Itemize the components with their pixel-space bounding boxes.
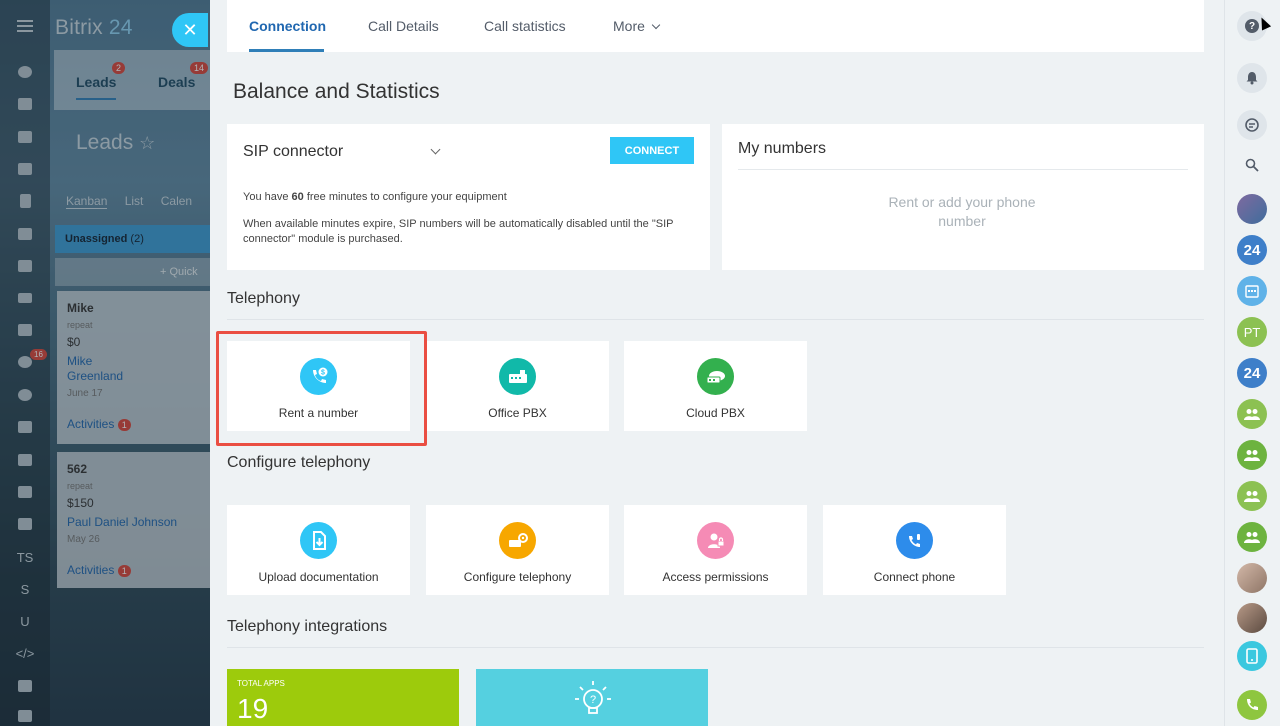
call-phone-icon[interactable] — [1237, 690, 1267, 720]
tile-label: Office PBX — [488, 406, 547, 420]
highlight-box — [216, 331, 427, 446]
sip-free-minutes-text: You have 60 free minutes to configure yo… — [243, 191, 507, 203]
bitrix24-chat-icon[interactable]: 24 — [1237, 358, 1267, 388]
tile-label: Cloud PBX — [686, 406, 745, 420]
tile-label: Upload documentation — [258, 570, 379, 584]
tile-cloud-pbx[interactable]: Cloud PBX — [624, 341, 807, 431]
close-slider-button[interactable]: ✕ — [172, 13, 208, 47]
section-title-telephony: Telephony — [227, 290, 300, 307]
sip-connector-box: SIP connector CONNECT You have 60 free m… — [227, 124, 710, 270]
avatar[interactable] — [1237, 194, 1267, 224]
my-numbers-title: My numbers — [738, 140, 827, 157]
tile-connect-phone[interactable]: Connect phone — [823, 505, 1006, 595]
tile-label: Connect phone — [873, 570, 956, 584]
section-title-configure: Configure telephony — [227, 454, 371, 471]
right-rail: ? 24 PT 24 — [1224, 0, 1280, 726]
chevron-down-icon[interactable] — [430, 144, 441, 155]
device-icon[interactable] — [1237, 641, 1267, 671]
divider — [227, 647, 1204, 648]
tab-call-details[interactable]: Call Details — [368, 18, 439, 34]
svg-text:?: ? — [590, 694, 596, 706]
total-apps-tile[interactable]: TOTAL APPS 19 — [227, 669, 459, 726]
pbx-icon — [499, 358, 536, 395]
background-crm: 16 TS S U </> Bitrix 24 Leads 2 Deals 14 L… — [0, 0, 210, 726]
active-tab-indicator — [249, 49, 324, 52]
divider — [227, 319, 1204, 320]
search-icon[interactable] — [1237, 150, 1267, 180]
avatar[interactable] — [1237, 603, 1267, 633]
group-chat-icon[interactable] — [1237, 440, 1267, 470]
tile-upload-documentation[interactable]: Upload documentation — [227, 505, 410, 595]
total-apps-label: TOTAL APPS — [237, 679, 285, 688]
page-title: Balance and Statistics — [233, 80, 440, 103]
total-apps-count: 19 — [237, 693, 269, 724]
sip-connector-title[interactable]: SIP connector — [243, 143, 343, 161]
lightbulb-icon: ? — [575, 681, 611, 714]
tab-bar: Connection Call Details Call statistics … — [227, 0, 1204, 52]
divider — [738, 169, 1188, 170]
avatar[interactable] — [1237, 563, 1267, 593]
group-chat-icon[interactable] — [1237, 522, 1267, 552]
bitrix24-chat-icon[interactable]: 24 — [1237, 235, 1267, 265]
calendar-icon[interactable] — [1237, 276, 1267, 306]
avatar[interactable]: PT — [1237, 317, 1267, 347]
plug-phone-icon — [896, 522, 933, 559]
gear-pbx-icon — [499, 522, 536, 559]
sip-expiry-note: When available minutes expire, SIP numbe… — [243, 218, 674, 245]
messenger-icon[interactable] — [1237, 110, 1267, 140]
upload-document-icon — [300, 522, 337, 559]
connect-button[interactable]: CONNECT — [610, 137, 694, 164]
telephony-slider: Connection Call Details Call statistics … — [210, 0, 1224, 726]
my-numbers-empty-text: Rent or add your phone number — [888, 194, 1036, 229]
group-chat-icon[interactable] — [1237, 481, 1267, 511]
tile-access-permissions[interactable]: Access permissions — [624, 505, 807, 595]
tile-configure-telephony[interactable]: Configure telephony — [426, 505, 609, 595]
user-lock-icon — [697, 522, 734, 559]
tile-office-pbx[interactable]: Office PBX — [426, 341, 609, 431]
my-numbers-box: My numbers Rent or add your phone number — [722, 124, 1204, 270]
tab-call-statistics[interactable]: Call statistics — [484, 18, 566, 34]
section-title-integrations: Telephony integrations — [227, 618, 388, 635]
group-chat-icon[interactable] — [1237, 399, 1267, 429]
suggest-app-tile[interactable]: ? — [476, 669, 708, 726]
tile-label: Configure telephony — [463, 570, 572, 584]
tab-connection[interactable]: Connection — [249, 18, 326, 34]
cloud-pbx-icon — [697, 358, 734, 395]
tile-label: Access permissions — [662, 570, 769, 584]
notifications-bell-icon[interactable] — [1237, 63, 1267, 93]
tab-more[interactable]: More — [613, 18, 661, 34]
chevron-down-icon — [651, 20, 661, 30]
